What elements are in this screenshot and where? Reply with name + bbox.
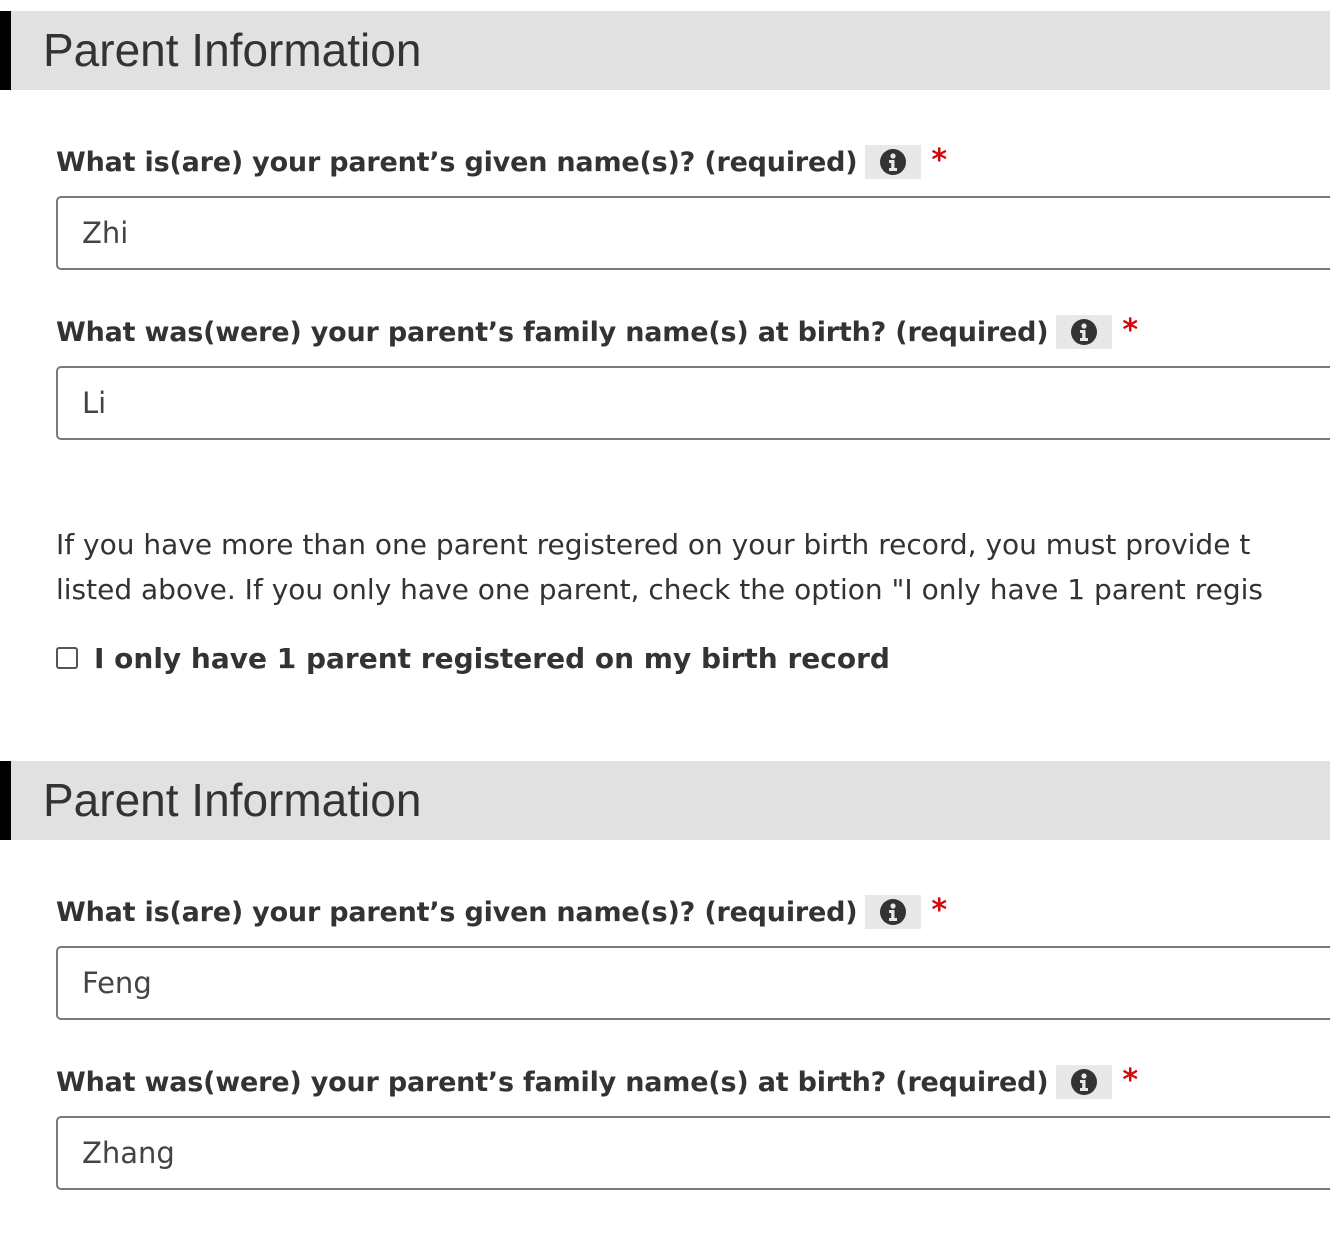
section-title: Parent Information [43, 774, 422, 826]
required-asterisk: * [931, 142, 947, 178]
given-name-input-parent-1[interactable] [56, 196, 1330, 270]
section-header-parent-1: Parent Information [0, 11, 1330, 90]
required-asterisk: * [1122, 312, 1138, 348]
required-asterisk: * [1122, 1062, 1138, 1098]
family-name-input-parent-1[interactable] [56, 366, 1330, 440]
family-name-input-parent-2[interactable] [56, 1116, 1330, 1190]
help-text-line-2: listed above. If you only have one paren… [56, 573, 1263, 606]
single-parent-checkbox[interactable] [56, 647, 78, 669]
info-circle-icon [1071, 319, 1098, 345]
given-name-label-parent-2: What is(are) your parent’s given name(s)… [56, 892, 947, 932]
info-button[interactable] [865, 145, 922, 179]
family-name-label-text: What was(were) your parent’s family name… [56, 316, 1049, 348]
info-button[interactable] [1056, 1065, 1113, 1099]
family-name-label-parent-1: What was(were) your parent’s family name… [56, 312, 1138, 352]
section-title: Parent Information [43, 24, 422, 76]
help-text-line-1: If you have more than one parent registe… [56, 528, 1251, 561]
given-name-label-text: What is(are) your parent’s given name(s)… [56, 896, 858, 928]
family-name-label-text: What was(were) your parent’s family name… [56, 1066, 1049, 1098]
given-name-label-text: What is(are) your parent’s given name(s)… [56, 146, 858, 178]
given-name-label-parent-1: What is(are) your parent’s given name(s)… [56, 142, 947, 182]
given-name-input-parent-2[interactable] [56, 946, 1330, 1020]
info-circle-icon [880, 899, 907, 925]
required-asterisk: * [931, 892, 947, 928]
family-name-label-parent-2: What was(were) your parent’s family name… [56, 1062, 1138, 1102]
section-header-parent-2: Parent Information [0, 761, 1330, 840]
info-circle-icon [1071, 1069, 1098, 1095]
single-parent-option[interactable]: I only have 1 parent registered on my bi… [56, 638, 890, 678]
info-circle-icon [880, 149, 907, 175]
info-button[interactable] [1056, 315, 1113, 349]
info-button[interactable] [865, 895, 922, 929]
single-parent-checkbox-label[interactable]: I only have 1 parent registered on my bi… [94, 642, 890, 675]
parent-count-help-text: If you have more than one parent registe… [56, 522, 1330, 612]
